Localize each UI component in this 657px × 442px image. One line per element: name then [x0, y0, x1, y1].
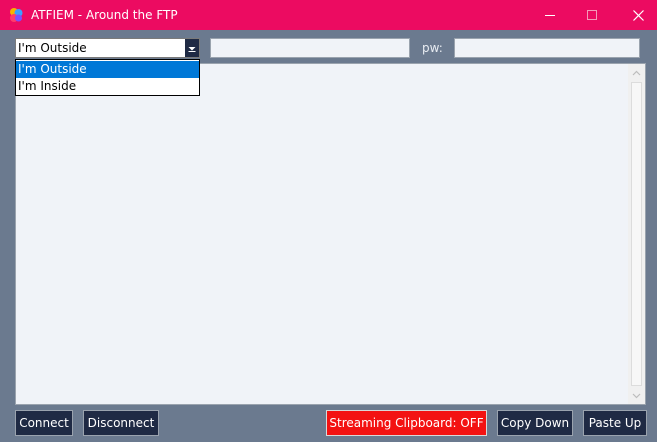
- minimize-icon: [545, 15, 555, 16]
- vertical-scrollbar[interactable]: [628, 64, 645, 404]
- disconnect-button[interactable]: Disconnect: [83, 410, 159, 436]
- maximize-button[interactable]: [569, 0, 615, 30]
- location-select-value: I'm Outside: [18, 41, 87, 55]
- scroll-up-button[interactable]: [628, 64, 645, 81]
- minimize-button[interactable]: [527, 0, 573, 30]
- output-textarea[interactable]: [15, 63, 646, 405]
- chevron-down-icon: [188, 47, 196, 52]
- dropdown-option-outside[interactable]: I'm Outside: [16, 61, 199, 78]
- scroll-down-button[interactable]: [628, 387, 645, 404]
- copy-down-button[interactable]: Copy Down: [497, 410, 573, 436]
- paste-up-button[interactable]: Paste Up: [583, 410, 647, 436]
- password-label: pw:: [422, 41, 443, 55]
- location-select[interactable]: I'm Outside: [15, 38, 200, 58]
- password-field[interactable]: [454, 38, 640, 58]
- title-bar: ATFIEM - Around the FTP: [0, 0, 657, 30]
- dropdown-option-inside[interactable]: I'm Inside: [16, 78, 199, 95]
- close-icon: [632, 9, 644, 21]
- location-dropdown-list: I'm Outside I'm Inside: [15, 59, 200, 96]
- close-button[interactable]: [615, 0, 657, 30]
- scroll-track[interactable]: [631, 82, 642, 386]
- server-field[interactable]: [210, 38, 410, 58]
- window-title: ATFIEM - Around the FTP: [31, 8, 178, 22]
- maximize-icon: [587, 10, 597, 20]
- dropdown-button[interactable]: [185, 39, 199, 57]
- streaming-clipboard-button[interactable]: Streaming Clipboard: OFF: [326, 410, 487, 436]
- scroll-down-icon: [632, 393, 641, 398]
- scroll-up-icon: [632, 70, 641, 75]
- app-logo-icon: [10, 8, 23, 22]
- connect-button[interactable]: Connect: [15, 410, 73, 436]
